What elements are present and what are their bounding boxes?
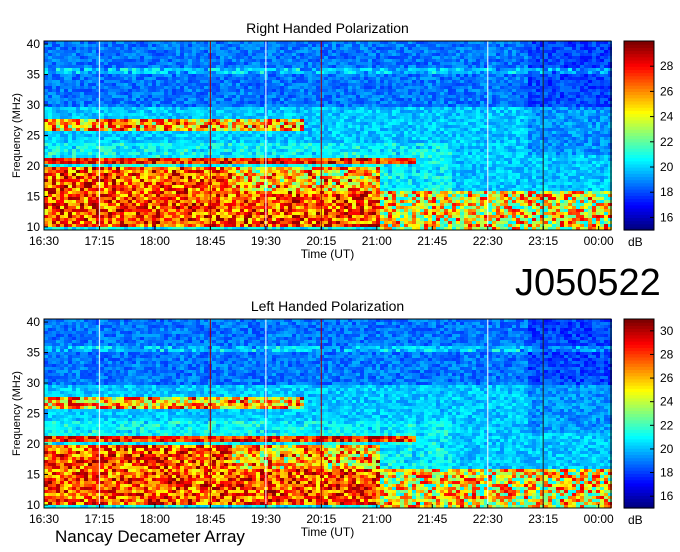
colorbar-tick-label: 20 bbox=[660, 442, 674, 456]
colorbar-tick-label: 18 bbox=[660, 185, 674, 199]
colorbar-tick-label: 22 bbox=[660, 135, 674, 149]
y-tick-label: 15 bbox=[27, 467, 41, 481]
x-tick-label: 18:00 bbox=[140, 234, 170, 248]
y-tick-label: 30 bbox=[27, 98, 41, 112]
x-tick-label: 21:45 bbox=[417, 234, 447, 248]
colorbar-tick-label: 22 bbox=[660, 418, 674, 432]
colorbar-tick-label: 24 bbox=[660, 395, 674, 409]
colorbar: 16 18 20 22 24 26 28 30 dB bbox=[623, 318, 674, 527]
x-tick-label: 18:45 bbox=[195, 512, 225, 526]
x-tick-label: 19:30 bbox=[251, 234, 281, 248]
y-tick-label: 40 bbox=[27, 315, 41, 329]
x-tick-label: 18:00 bbox=[140, 512, 170, 526]
colorbar-tick-label: 20 bbox=[660, 160, 674, 174]
colorbar-segment bbox=[624, 319, 654, 323]
observation-id: J050522 bbox=[515, 262, 661, 304]
y-tick-label: 35 bbox=[27, 68, 41, 82]
panel-right-polarization: Right Handed Polarization 10 15 20 25 30 35 40 1… bbox=[11, 20, 674, 261]
x-tick-label: 21:00 bbox=[362, 512, 392, 526]
colorbar: 16 18 20 22 24 26 28 dB bbox=[623, 40, 674, 249]
y-tick-label: 20 bbox=[27, 159, 41, 173]
x-tick-label: 22:30 bbox=[473, 512, 503, 526]
y-tick-label: 10 bbox=[27, 220, 41, 234]
x-tick-label: 21:00 bbox=[362, 234, 392, 248]
x-axis-label: Time (UT) bbox=[301, 247, 355, 261]
colorbar-tick-label: 28 bbox=[660, 347, 674, 361]
colorbar-tick-label: 26 bbox=[660, 371, 674, 385]
x-tick-label: 17:15 bbox=[84, 512, 114, 526]
x-tick-label: 00:00 bbox=[584, 512, 614, 526]
colorbar-tick-label: 30 bbox=[660, 324, 674, 338]
y-tick-label: 10 bbox=[27, 498, 41, 512]
y-tick-label: 35 bbox=[27, 346, 41, 360]
x-tick-label: 22:30 bbox=[473, 234, 503, 248]
y-axis-label: Frequency (MHz) bbox=[11, 93, 23, 178]
x-tick-label: 23:15 bbox=[528, 512, 558, 526]
y-tick-label: 30 bbox=[27, 376, 41, 390]
x-tick-label: 16:30 bbox=[29, 234, 59, 248]
x-axis-label: Time (UT) bbox=[301, 525, 355, 539]
x-tick-label: 18:45 bbox=[195, 234, 225, 248]
chart-title: Left Handed Polarization bbox=[251, 298, 404, 314]
panel-left-polarization: Left Handed Polarization 10 15 20 25 30 35 40 16… bbox=[11, 298, 674, 539]
colorbar-tick-label: 18 bbox=[660, 466, 674, 480]
colorbar-tick-label: 16 bbox=[660, 489, 674, 503]
colorbar-unit-label: dB bbox=[628, 235, 643, 249]
colorbar-segment bbox=[624, 41, 654, 45]
chart-title: Right Handed Polarization bbox=[246, 20, 409, 36]
y-tick-label: 40 bbox=[27, 37, 41, 51]
colorbar-tick-label: 28 bbox=[660, 59, 674, 73]
y-tick-label: 25 bbox=[27, 129, 41, 143]
y-tick-label: 25 bbox=[27, 407, 41, 421]
heatmap-cells bbox=[44, 41, 612, 230]
x-tick-label: 20:15 bbox=[306, 234, 336, 248]
x-tick-label: 21:45 bbox=[417, 512, 447, 526]
x-tick-label: 19:30 bbox=[251, 512, 281, 526]
x-tick-label: 20:15 bbox=[306, 512, 336, 526]
heatmap-cells bbox=[44, 319, 612, 508]
x-tick-label: 23:15 bbox=[528, 234, 558, 248]
y-axis-label: Frequency (MHz) bbox=[11, 371, 23, 456]
x-tick-label: 16:30 bbox=[29, 512, 59, 526]
y-tick-label: 20 bbox=[27, 437, 41, 451]
x-tick-label: 00:00 bbox=[584, 234, 614, 248]
colorbar-tick-label: 26 bbox=[660, 84, 674, 98]
colorbar-tick-label: 16 bbox=[660, 210, 674, 224]
x-tick-label: 17:15 bbox=[84, 234, 114, 248]
y-tick-label: 15 bbox=[27, 189, 41, 203]
colorbar-tick-label: 24 bbox=[660, 110, 674, 124]
colorbar-unit-label: dB bbox=[628, 513, 643, 527]
instrument-label: Nancay Decameter Array bbox=[55, 527, 245, 546]
